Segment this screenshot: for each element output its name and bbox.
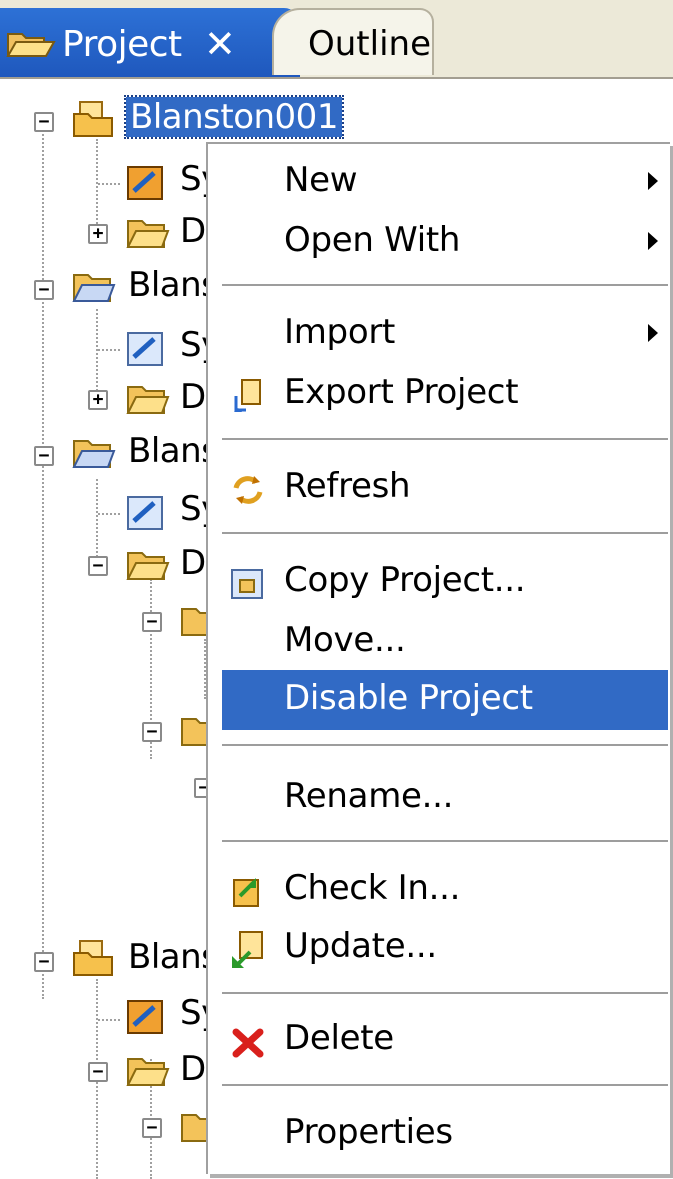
collapse-toggle[interactable]: − (88, 556, 108, 576)
delete-icon (228, 1022, 266, 1060)
menu-item-rename[interactable]: Rename... (222, 770, 668, 826)
tree-node[interactable]: D (180, 211, 206, 251)
menu-separator (222, 438, 668, 441)
menu-item-check-in[interactable]: Check In... (222, 862, 668, 918)
folder-icon (126, 549, 170, 587)
collapse-toggle[interactable]: − (142, 612, 162, 632)
tree-node[interactable]: D (180, 543, 206, 583)
submenu-arrow-icon (648, 232, 658, 250)
system-file-icon (124, 997, 168, 1041)
expand-toggle[interactable]: + (88, 390, 108, 410)
folder-icon (72, 271, 116, 309)
tree-guide-line (98, 349, 120, 351)
menu-item-label: Properties (284, 1112, 453, 1152)
tree-node[interactable]: D (180, 377, 206, 417)
tree-node[interactable]: Blans (128, 937, 219, 977)
system-file-icon (124, 163, 168, 207)
tab-project-label: Project (62, 24, 182, 65)
project-folder-icon (6, 30, 56, 64)
tree-node[interactable]: Blans (128, 431, 219, 471)
menu-separator (222, 840, 668, 843)
expand-toggle[interactable]: + (88, 224, 108, 244)
copy-project-icon (228, 564, 266, 602)
menu-item-label: Refresh (284, 466, 411, 506)
menu-item-label: Move... (284, 620, 406, 660)
collapse-toggle[interactable]: − (88, 1062, 108, 1082)
check-in-icon (228, 872, 266, 910)
tree-guide-line (98, 513, 120, 515)
menu-separator (222, 744, 668, 747)
system-file-icon (124, 329, 168, 373)
menu-item-import[interactable]: Import (222, 306, 668, 362)
menu-separator (222, 284, 668, 287)
view-tab-bar: Project ✕ Outline (0, 0, 673, 79)
tree-node-blanston001[interactable]: Blanston001 (124, 95, 344, 139)
tree-node[interactable]: Blans (128, 265, 219, 305)
system-file-icon (124, 493, 168, 537)
project-icon (72, 100, 116, 144)
menu-item-export-project[interactable]: Export Project (222, 366, 668, 422)
folder-icon (72, 437, 116, 475)
menu-separator (222, 992, 668, 995)
refresh-icon (228, 470, 266, 508)
folder-icon (126, 217, 170, 255)
menu-separator (222, 532, 668, 535)
menu-item-new[interactable]: New (222, 154, 668, 210)
menu-item-update[interactable]: Update... (222, 920, 668, 976)
folder-icon (126, 1055, 170, 1093)
menu-item-label: Copy Project... (284, 560, 526, 600)
tree-node[interactable]: D (180, 1049, 206, 1089)
collapse-toggle[interactable]: − (142, 722, 162, 742)
menu-item-open-with[interactable]: Open With (222, 214, 668, 270)
tab-project[interactable]: Project ✕ (0, 8, 300, 77)
submenu-arrow-icon (648, 172, 658, 190)
update-icon (228, 930, 266, 968)
close-icon[interactable]: ✕ (204, 22, 236, 66)
export-project-icon (228, 376, 266, 414)
menu-item-label: Delete (284, 1018, 394, 1058)
collapse-toggle[interactable]: − (34, 280, 54, 300)
context-menu: New Open With Import Export Project Refr… (206, 142, 670, 1174)
menu-item-delete[interactable]: Delete (222, 1012, 668, 1068)
menu-item-properties[interactable]: Properties (222, 1106, 668, 1162)
submenu-arrow-icon (648, 324, 658, 342)
menu-item-refresh[interactable]: Refresh (222, 460, 668, 516)
tab-outline[interactable]: Outline (272, 8, 434, 75)
tree-guide-line (42, 119, 44, 999)
tab-outline-label: Outline (308, 24, 432, 64)
menu-item-label: Export Project (284, 372, 519, 412)
menu-item-copy-project[interactable]: Copy Project... (222, 554, 668, 610)
menu-item-disable-project[interactable]: Disable Project (222, 670, 668, 730)
collapse-toggle[interactable]: − (34, 446, 54, 466)
menu-item-label: Update... (284, 926, 437, 966)
tree-guide-line (98, 1019, 120, 1021)
menu-item-label: Open With (284, 220, 461, 260)
menu-item-label: New (284, 160, 358, 200)
menu-item-label: Disable Project (284, 678, 533, 718)
menu-item-label: Rename... (284, 776, 454, 816)
menu-item-move[interactable]: Move... (222, 614, 668, 670)
menu-item-label: Check In... (284, 868, 461, 908)
menu-item-label: Import (284, 312, 396, 352)
project-icon (72, 939, 116, 983)
tree-guide-line (96, 309, 98, 399)
collapse-toggle[interactable]: − (34, 112, 54, 132)
tree-guide-line (98, 183, 120, 185)
menu-separator (222, 1084, 668, 1087)
collapse-toggle[interactable]: − (34, 952, 54, 972)
folder-icon (126, 383, 170, 421)
collapse-toggle[interactable]: − (142, 1118, 162, 1138)
